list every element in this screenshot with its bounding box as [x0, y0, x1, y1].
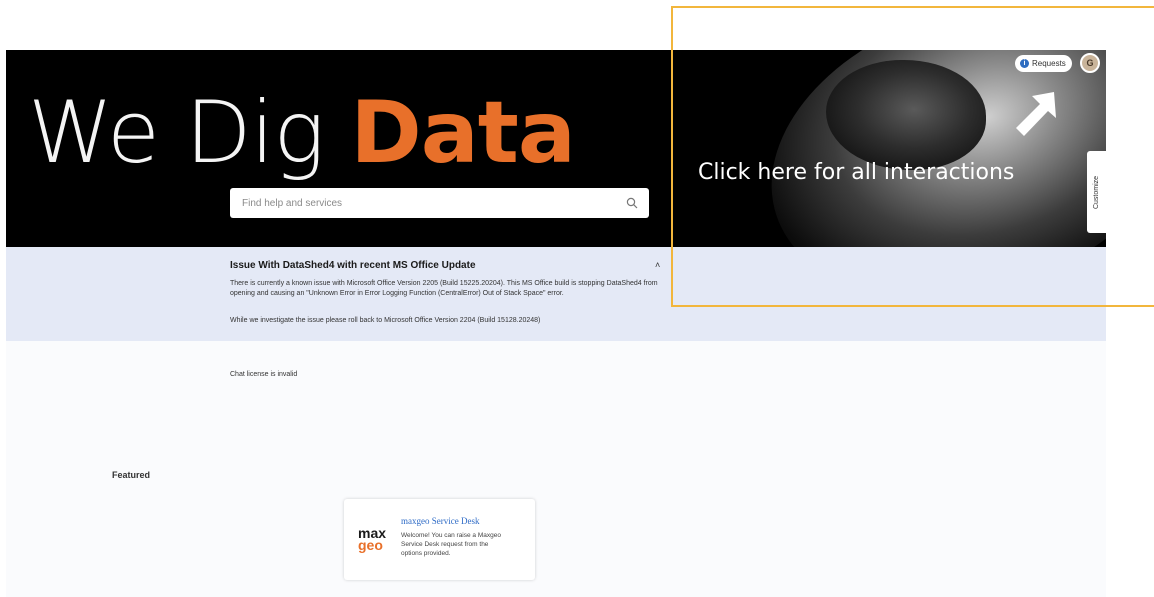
portal-page: We Dig Data i Requests G Customize Issue… — [6, 50, 1106, 597]
search-bar[interactable] — [230, 188, 649, 218]
info-icon: i — [1020, 59, 1029, 68]
avatar-initial: G — [1086, 58, 1094, 68]
announcement-title: Issue With DataShed4 with recent MS Offi… — [230, 260, 476, 271]
search-icon[interactable] — [625, 196, 639, 210]
requests-button[interactable]: i Requests — [1015, 55, 1072, 72]
hero-title: We Dig Data — [28, 90, 576, 176]
search-input[interactable] — [240, 196, 625, 210]
announcement-text-2: While we investigate the issue please ro… — [230, 317, 541, 324]
hero-title-accent: Data — [350, 83, 576, 183]
avatar[interactable]: G — [1080, 53, 1100, 73]
announcement-text: There is currently a known issue with Mi… — [230, 280, 658, 297]
customize-label: Customize — [1093, 175, 1101, 209]
requests-label: Requests — [1032, 59, 1066, 68]
service-desk-card[interactable]: max geo maxgeo Service Desk Welcome! You… — [344, 499, 535, 580]
hero-title-part1: We Dig — [28, 83, 351, 183]
collapse-chevron-icon[interactable]: ˄ — [655, 260, 660, 270]
chat-license-message: Chat license is invalid — [230, 371, 298, 378]
announcement-banner: Issue With DataShed4 with recent MS Offi… — [6, 247, 1106, 341]
card-title[interactable]: maxgeo Service Desk — [401, 516, 479, 526]
maxgeo-logo: max geo — [358, 526, 386, 553]
annotation-arrow-icon — [1016, 92, 1056, 136]
customize-tab[interactable]: Customize — [1087, 151, 1106, 233]
logo-line-2: geo — [358, 537, 383, 553]
featured-heading: Featured — [112, 470, 151, 480]
annotation-text: Click here for all interactions — [698, 160, 1015, 185]
card-description: Welcome! You can raise a Maxgeo Service … — [401, 532, 501, 557]
hero-banner: We Dig Data i Requests G Customize — [6, 50, 1106, 247]
